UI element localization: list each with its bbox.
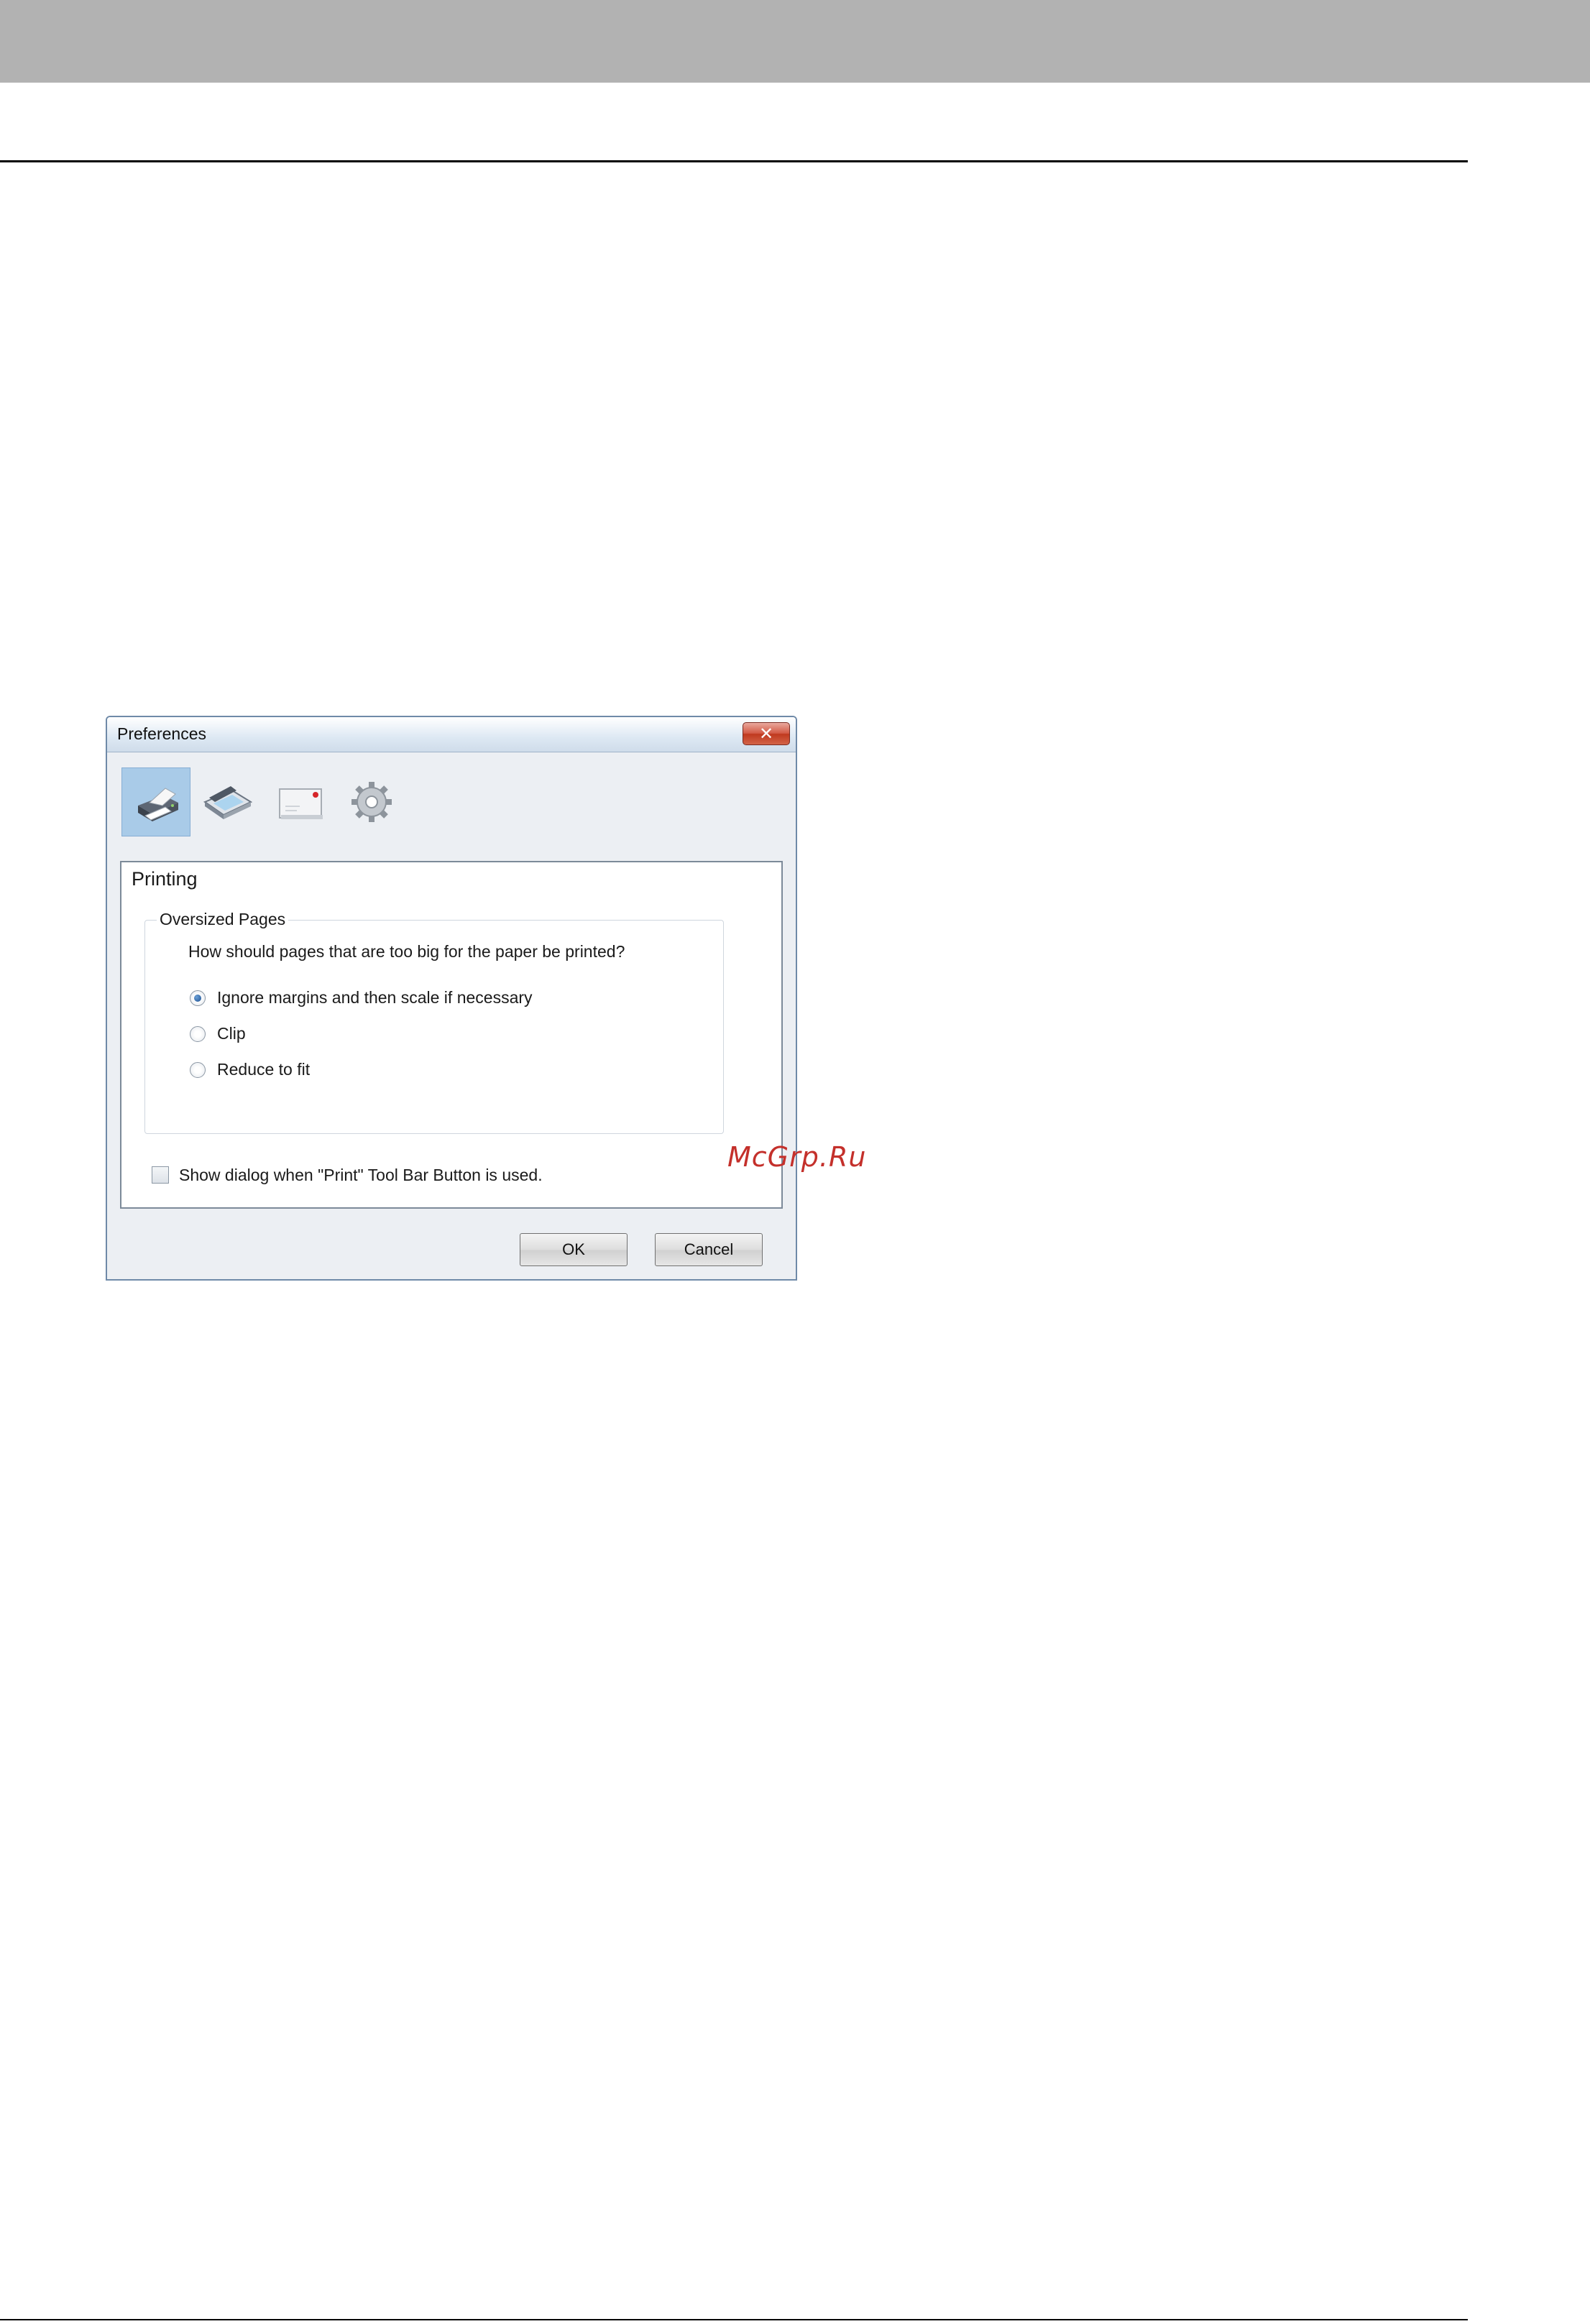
printer-icon — [138, 788, 178, 821]
dialog-titlebar[interactable]: Preferences ✕ — [107, 717, 796, 752]
checkbox-label: Show dialog when "Print" Tool Bar Button… — [179, 1166, 543, 1184]
dialog-title: Preferences — [117, 724, 207, 743]
radio-button[interactable] — [190, 1026, 206, 1042]
tab-scanning[interactable] — [193, 767, 262, 836]
radio-button-checked[interactable] — [190, 990, 206, 1006]
tab-settings[interactable] — [337, 767, 406, 836]
cancel-button[interactable]: Cancel — [655, 1233, 763, 1266]
footer-rule — [0, 2319, 1468, 2320]
watermark-text: McGrp.Ru — [727, 1141, 867, 1173]
group-legend: Oversized Pages — [157, 910, 289, 929]
header-rule — [0, 160, 1468, 162]
oversize-question: How should pages that are too big for th… — [188, 942, 625, 961]
page-header-band — [0, 0, 1590, 83]
close-icon: ✕ — [758, 724, 774, 744]
radio-label: Reduce to fit — [217, 1060, 311, 1079]
printing-panel: Printing Oversized Pages How should page… — [120, 861, 783, 1209]
ok-button[interactable]: OK — [520, 1233, 628, 1266]
panel-title: Printing — [132, 868, 198, 890]
radio-button[interactable] — [190, 1062, 206, 1078]
radio-label: Ignore margins and then scale if necessa… — [217, 988, 533, 1007]
close-button[interactable]: ✕ — [743, 722, 790, 745]
radio-label: Clip — [217, 1024, 246, 1043]
scanner-icon — [203, 786, 253, 819]
gear-icon — [351, 782, 392, 822]
tab-printing[interactable] — [121, 767, 190, 836]
preferences-dialog: Preferences ✕ Printing Oversized Pages H… — [106, 716, 797, 1281]
tab-email[interactable] — [265, 767, 334, 836]
oversized-pages-group: Oversized Pages How should pages that ar… — [144, 910, 724, 1134]
show-dialog-checkbox[interactable] — [152, 1166, 169, 1184]
email-icon — [279, 788, 323, 819]
